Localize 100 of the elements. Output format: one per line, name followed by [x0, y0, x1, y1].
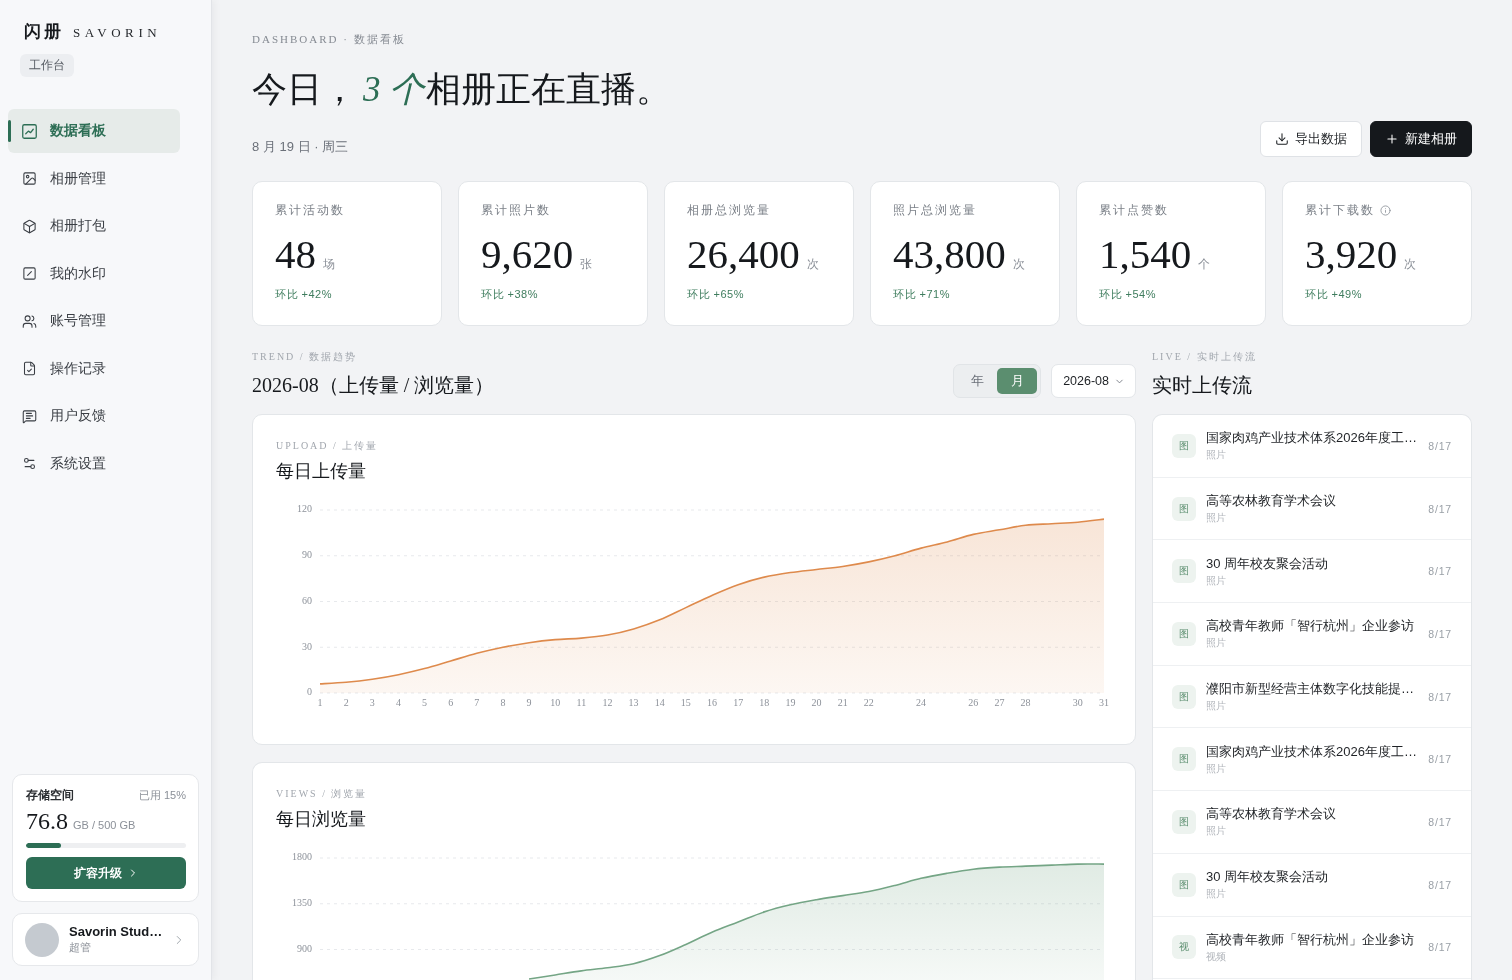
x-axis-label: 19: [785, 697, 796, 709]
upload-title[interactable]: 国家肉鸡产业技术体系2026年度工…: [1206, 429, 1419, 447]
brand-mark: 闪册: [24, 22, 64, 42]
upgrade-button[interactable]: 扩容升级: [26, 857, 186, 889]
y-axis-label: 1350: [292, 897, 312, 909]
y-axis-label: 0: [307, 686, 312, 698]
period-tab[interactable]: 年: [957, 368, 998, 394]
upload-title[interactable]: 国家肉鸡产业技术体系2026年度工…: [1206, 742, 1419, 760]
chart-eyebrow: UPLOAD / 上传量: [276, 439, 380, 453]
stat-label: 累计点赞数: [1099, 202, 1169, 219]
upload-date: 8/17: [1428, 815, 1452, 828]
x-axis-label: 4: [395, 697, 401, 709]
new-album-button[interactable]: 新建相册: [1370, 121, 1472, 157]
stat-label: 相册总浏览量: [687, 202, 771, 219]
storage-usage: 已用 15%: [138, 788, 186, 803]
nav-item[interactable]: 操作记录: [8, 346, 180, 391]
upload-title[interactable]: 濮阳市新型经营主体数字化技能提…: [1206, 680, 1419, 698]
profile-card[interactable]: Savorin Stud… 超管: [12, 913, 199, 966]
x-axis-label: 1: [317, 697, 323, 709]
section-title: 2026-08（上传量 / 浏览量）: [252, 373, 495, 398]
storage-capacity: GB / 500 GB: [73, 819, 136, 831]
media-type-badge: 图: [1172, 621, 1196, 646]
x-axis-label: 13: [628, 697, 639, 709]
section-eyebrow: TREND / 数据趋势: [252, 350, 359, 364]
upload-type: 照片: [1206, 448, 1227, 463]
storage-amount: 76.8: [26, 807, 68, 835]
nav-item[interactable]: 相册管理: [8, 156, 180, 201]
upload-title[interactable]: 高等农林教育学术会议: [1206, 805, 1419, 823]
download-icon: [1275, 132, 1289, 146]
nav-item[interactable]: 用户反馈: [8, 394, 180, 438]
upload-title[interactable]: 高校青年教师「智行杭州」企业参访: [1206, 930, 1419, 948]
upload-date: 8/17: [1428, 690, 1452, 703]
stat-label: 照片总浏览量: [893, 202, 977, 219]
x-axis-label: 30: [1072, 697, 1083, 709]
upload-title[interactable]: 30 周年校友聚会活动: [1206, 868, 1419, 886]
media-type-badge: 图: [1172, 747, 1196, 772]
y-axis-label: 120: [297, 503, 312, 515]
upload-title[interactable]: 高等农林教育学术会议: [1206, 492, 1419, 510]
stat-value: 1,540: [1099, 234, 1192, 274]
stat-value: 9,620: [481, 234, 574, 274]
upload-date: 8/17: [1428, 753, 1452, 766]
stat-unit: 个: [1198, 256, 1211, 273]
stat-value: 48: [275, 234, 316, 274]
profile-role: 超管: [69, 940, 92, 955]
nav-item[interactable]: 数据看板: [8, 109, 180, 153]
chart-title: 每日上传量: [276, 460, 367, 483]
nav-item[interactable]: 我的水印: [8, 251, 180, 296]
x-axis-label: 11: [576, 697, 587, 709]
breadcrumb: DASHBOARD · 数据看板: [252, 32, 407, 46]
storage-title: 存储空间: [26, 787, 74, 803]
profile-name: Savorin Stud…: [69, 924, 162, 940]
avatar-placeholder: [25, 922, 59, 957]
x-axis-label: 27: [994, 697, 1005, 709]
file-check-icon: [22, 361, 37, 376]
upload-type: 照片: [1206, 887, 1227, 902]
x-axis-label: 16: [707, 697, 717, 709]
media-type-badge: 视: [1172, 935, 1196, 960]
stat-unit: 次: [1404, 256, 1417, 273]
x-axis-label: 9: [526, 697, 532, 709]
month-select[interactable]: 2026-08: [1051, 364, 1136, 398]
media-type-badge: 图: [1172, 809, 1196, 834]
media-type-badge: 图: [1172, 496, 1196, 521]
x-axis-label: 6: [448, 697, 454, 709]
nav-item[interactable]: 相册打包: [8, 204, 180, 248]
x-axis-label: 7: [474, 697, 480, 709]
message-icon: [22, 408, 37, 424]
stat-change: 环比 +54%: [1099, 287, 1157, 302]
upload-date: 8/17: [1428, 502, 1452, 515]
x-axis-label: 28: [1020, 697, 1031, 709]
upload-type: 视频: [1206, 949, 1227, 964]
media-type-badge: 图: [1172, 559, 1196, 584]
stat-change: 环比 +71%: [893, 287, 951, 302]
x-axis-label: 14: [654, 697, 665, 709]
export-button[interactable]: 导出数据: [1260, 121, 1362, 157]
y-axis-label: 30: [302, 640, 312, 652]
y-axis-label: 1800: [292, 851, 312, 863]
stat-change: 环比 +49%: [1305, 287, 1363, 302]
stat-change: 环比 +42%: [275, 287, 333, 302]
x-axis-label: 2: [343, 697, 349, 709]
stat-unit: 场: [323, 256, 335, 273]
upload-title[interactable]: 高校青年教师「智行杭州」企业参访: [1206, 617, 1419, 635]
stat-value: 26,400: [687, 234, 800, 274]
users-icon: [22, 313, 37, 329]
upload-date: 8/17: [1428, 627, 1452, 640]
media-type-badge: 图: [1172, 684, 1196, 709]
stat-unit: 张: [580, 256, 593, 273]
upload-type: 照片: [1206, 511, 1227, 526]
upload-title[interactable]: 30 周年校友聚会活动: [1206, 554, 1419, 572]
nav-item[interactable]: 账号管理: [8, 299, 180, 343]
section-title: 实时上传流: [1152, 373, 1253, 398]
x-axis-label: 18: [759, 697, 770, 709]
box-icon: [22, 218, 37, 234]
x-axis-label: 26: [968, 697, 979, 709]
nav-item[interactable]: 系统设置: [8, 441, 180, 486]
period-tab[interactable]: 月: [997, 368, 1038, 394]
x-axis-label: 3: [369, 697, 375, 709]
x-axis-label: 24: [916, 697, 927, 709]
upload-date: 8/17: [1428, 878, 1452, 891]
x-axis-label: 20: [811, 697, 822, 709]
upload-date: 8/17: [1428, 941, 1452, 954]
